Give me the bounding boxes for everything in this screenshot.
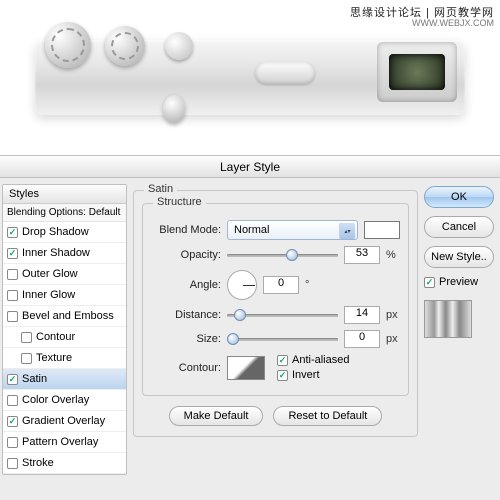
checkbox-icon[interactable]: [7, 227, 18, 238]
invert-label: Invert: [292, 369, 320, 381]
style-row-bevel-and-emboss[interactable]: Bevel and Emboss: [3, 306, 126, 327]
style-row-color-overlay[interactable]: Color Overlay: [3, 390, 126, 411]
checkbox-icon[interactable]: [7, 248, 18, 259]
checkbox-icon[interactable]: [7, 458, 18, 469]
style-row-label: Pattern Overlay: [22, 436, 98, 448]
size-input[interactable]: 0: [344, 330, 380, 348]
style-row-pattern-overlay[interactable]: Pattern Overlay: [3, 432, 126, 453]
opacity-label: Opacity:: [151, 249, 221, 261]
preview-thumbnail: [424, 300, 472, 338]
checkbox-icon[interactable]: [7, 269, 18, 280]
dialog-title: Layer Style: [0, 156, 500, 178]
style-row-label: Satin: [22, 373, 47, 385]
style-row-stroke[interactable]: Stroke: [3, 453, 126, 474]
contour-label: Contour:: [151, 362, 221, 374]
camera-illustration: [35, 40, 465, 115]
opacity-unit: %: [386, 249, 400, 261]
style-row-label: Color Overlay: [22, 394, 89, 406]
camera-shutter-icon: [165, 32, 193, 60]
checkbox-icon[interactable]: [7, 416, 18, 427]
checkbox-icon[interactable]: [21, 353, 32, 364]
blend-mode-label: Blend Mode:: [151, 224, 221, 236]
style-row-gradient-overlay[interactable]: Gradient Overlay: [3, 411, 126, 432]
checkbox-icon[interactable]: [7, 290, 18, 301]
checkbox-icon: [277, 355, 288, 366]
opacity-slider[interactable]: [227, 247, 338, 263]
settings-panel: Satin Structure Blend Mode: Normal ▴▾ Op…: [133, 184, 418, 475]
camera-viewfinder-icon: [377, 42, 457, 102]
group-title: Satin: [144, 183, 177, 195]
ok-button[interactable]: OK: [424, 186, 494, 208]
camera-dial-icon: [45, 22, 91, 68]
size-label: Size:: [151, 333, 221, 345]
anti-aliased-label: Anti-aliased: [292, 354, 349, 366]
checkbox-icon: [424, 277, 435, 288]
distance-label: Distance:: [151, 309, 221, 321]
style-row-label: Drop Shadow: [22, 226, 89, 238]
style-row-contour[interactable]: Contour: [3, 327, 126, 348]
tutorial-banner: 思缘设计论坛 | 网页教学网 WWW.WEBJX.COM: [0, 0, 500, 145]
style-row-label: Bevel and Emboss: [22, 310, 114, 322]
angle-input[interactable]: 0: [263, 276, 299, 294]
style-row-label: Stroke: [22, 457, 54, 469]
styles-sidebar: Styles Blending Options: Default Drop Sh…: [2, 184, 127, 475]
cancel-button[interactable]: Cancel: [424, 216, 494, 238]
style-row-satin[interactable]: Satin: [3, 369, 126, 390]
camera-dial-icon: [105, 26, 145, 66]
structure-title: Structure: [153, 196, 206, 208]
style-row-label: Inner Shadow: [22, 247, 90, 259]
new-style-button[interactable]: New Style..: [424, 246, 494, 268]
blend-mode-select[interactable]: Normal ▴▾: [227, 220, 358, 240]
make-default-button[interactable]: Make Default: [169, 406, 264, 426]
checkbox-icon[interactable]: [21, 332, 32, 343]
layer-style-dialog: Layer Style Styles Blending Options: Def…: [0, 155, 500, 500]
distance-slider[interactable]: [227, 307, 338, 323]
color-swatch[interactable]: [364, 221, 400, 239]
checkbox-icon[interactable]: [7, 437, 18, 448]
preview-label: Preview: [439, 276, 478, 288]
invert-checkbox[interactable]: Invert: [277, 369, 349, 381]
style-row-texture[interactable]: Texture: [3, 348, 126, 369]
angle-label: Angle:: [151, 279, 221, 291]
styles-header[interactable]: Styles: [3, 185, 126, 204]
camera-lug-icon: [163, 95, 185, 123]
blend-mode-value: Normal: [234, 224, 269, 236]
style-row-outer-glow[interactable]: Outer Glow: [3, 264, 126, 285]
checkbox-icon[interactable]: [7, 395, 18, 406]
style-row-label: Texture: [36, 352, 72, 364]
style-row-label: Inner Glow: [22, 289, 75, 301]
size-unit: px: [386, 333, 400, 345]
camera-flash-icon: [255, 62, 315, 84]
contour-picker[interactable]: [227, 356, 265, 380]
style-row-inner-glow[interactable]: Inner Glow: [3, 285, 126, 306]
distance-unit: px: [386, 309, 400, 321]
preview-checkbox[interactable]: Preview: [424, 276, 494, 288]
style-row-label: Contour: [36, 331, 75, 343]
checkbox-icon: [277, 370, 288, 381]
angle-unit: °: [305, 279, 319, 291]
style-row-label: Outer Glow: [22, 268, 78, 280]
checkbox-icon[interactable]: [7, 374, 18, 385]
anti-aliased-checkbox[interactable]: Anti-aliased: [277, 354, 349, 366]
chevron-updown-icon: ▴▾: [339, 223, 355, 239]
reset-default-button[interactable]: Reset to Default: [273, 406, 382, 426]
dialog-buttons-panel: OK Cancel New Style.. Preview: [424, 184, 494, 475]
checkbox-icon[interactable]: [7, 311, 18, 322]
style-row-label: Gradient Overlay: [22, 415, 105, 427]
angle-dial[interactable]: [227, 270, 257, 300]
opacity-input[interactable]: 53: [344, 246, 380, 264]
blending-options-row[interactable]: Blending Options: Default: [3, 204, 126, 222]
style-row-inner-shadow[interactable]: Inner Shadow: [3, 243, 126, 264]
distance-input[interactable]: 14: [344, 306, 380, 324]
style-row-drop-shadow[interactable]: Drop Shadow: [3, 222, 126, 243]
size-slider[interactable]: [227, 331, 338, 347]
watermark-url: WWW.WEBJX.COM: [412, 18, 494, 28]
